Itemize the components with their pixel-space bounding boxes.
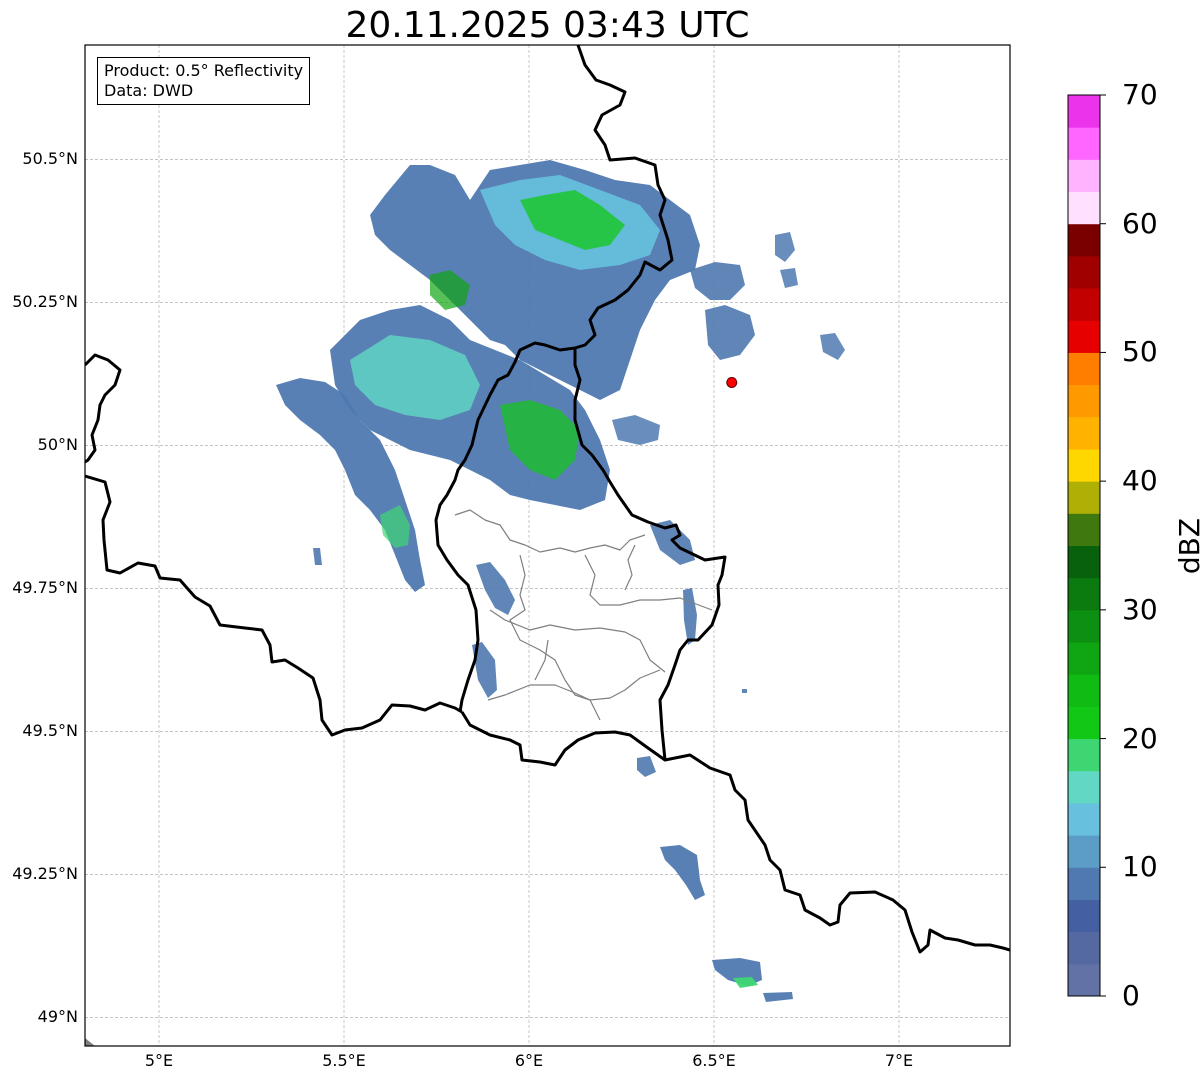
echo-east-cells — [690, 262, 745, 300]
colorbar-tick-label: 10 — [1122, 850, 1158, 884]
colorbar-segment — [1068, 95, 1100, 128]
lat-tick-label: 50.25°N — [12, 292, 78, 312]
colorbar-segment — [1068, 255, 1100, 289]
colorbar-segment — [1068, 674, 1100, 707]
colorbar-segment — [1068, 963, 1100, 997]
info-data: Data: DWD — [104, 81, 194, 100]
colorbar-segment — [1068, 288, 1100, 321]
colorbar-tick-label: 60 — [1122, 206, 1158, 240]
echo-east-cells-3 — [612, 415, 660, 445]
colorbar-segment — [1068, 448, 1100, 482]
info-box: Product: 0.5° Reflectivity Data: DWD — [97, 57, 311, 105]
echo-south-cells — [660, 845, 705, 900]
colorbar-segment — [1068, 835, 1100, 868]
colorbar-segment — [1068, 127, 1100, 160]
colorbar-segment — [1068, 159, 1100, 193]
echo-lux-cells-4 — [683, 588, 697, 645]
echo-small-cell — [313, 548, 322, 565]
colorbar-segment — [1068, 867, 1100, 900]
colorbar-segment — [1068, 802, 1100, 836]
colorbar-tick-label: 50 — [1122, 335, 1158, 369]
lat-tick-label: 49°N — [37, 1007, 78, 1027]
colorbar-tick-label: 30 — [1122, 592, 1158, 626]
radar-map[interactable] — [0, 0, 1202, 1081]
colorbar-segment — [1068, 577, 1100, 611]
colorbar-unit-label: dBZ — [1173, 517, 1202, 575]
colorbar-segment — [1068, 384, 1100, 418]
echo-east-cells-6 — [780, 268, 798, 288]
colorbar — [1067, 94, 1106, 997]
radar-site-marker[interactable] — [726, 376, 738, 388]
colorbar-tick-label: 70 — [1122, 78, 1158, 111]
colorbar-segment — [1068, 545, 1100, 579]
lat-tick-label: 49.5°N — [22, 721, 78, 741]
info-product: Product: 0.5° Reflectivity — [104, 61, 304, 80]
echo-south-cells-4 — [763, 992, 793, 1002]
echo-lux-cells-5 — [637, 756, 656, 777]
colorbar-segment — [1068, 513, 1100, 546]
colorbar-segment — [1068, 931, 1100, 965]
colorbar-segment — [1068, 352, 1100, 386]
lon-tick-label: 7°E — [884, 1051, 914, 1070]
lat-tick-label: 50.5°N — [22, 149, 78, 169]
corner-shape — [85, 1038, 95, 1046]
lon-tick-label: 5.5°E — [322, 1051, 366, 1070]
colorbar-segment — [1068, 609, 1100, 643]
colorbar-segment — [1068, 416, 1100, 450]
colorbar-tick-label: 20 — [1122, 721, 1158, 755]
lat-tick-label: 50°N — [37, 435, 78, 455]
echo-east-cells-2 — [705, 305, 755, 360]
colorbar-segment — [1068, 706, 1100, 740]
colorbar-segment — [1068, 320, 1100, 353]
colorbar-tick-label: 0 — [1122, 979, 1140, 1012]
lat-tick-label: 49.75°N — [12, 578, 78, 598]
lon-tick-label: 6°E — [514, 1051, 544, 1070]
colorbar-segment — [1068, 899, 1100, 933]
precipitation-echoes — [276, 160, 845, 1002]
colorbar-segment — [1068, 738, 1100, 772]
lat-tick-label: 49.25°N — [12, 864, 78, 884]
colorbar-segment — [1068, 223, 1100, 257]
lon-tick-label: 6.5°E — [692, 1051, 736, 1070]
colorbar-segment — [1068, 481, 1100, 514]
lon-tick-label: 5°E — [144, 1051, 174, 1070]
echo-east-cells-5 — [820, 333, 845, 360]
echo-small-cell-2 — [742, 689, 747, 693]
colorbar-segment — [1068, 770, 1100, 804]
echo-east-cells-4 — [775, 232, 795, 262]
colorbar-tick-label: 40 — [1122, 464, 1158, 498]
colorbar-segment — [1068, 191, 1100, 225]
colorbar-segment — [1068, 642, 1100, 675]
